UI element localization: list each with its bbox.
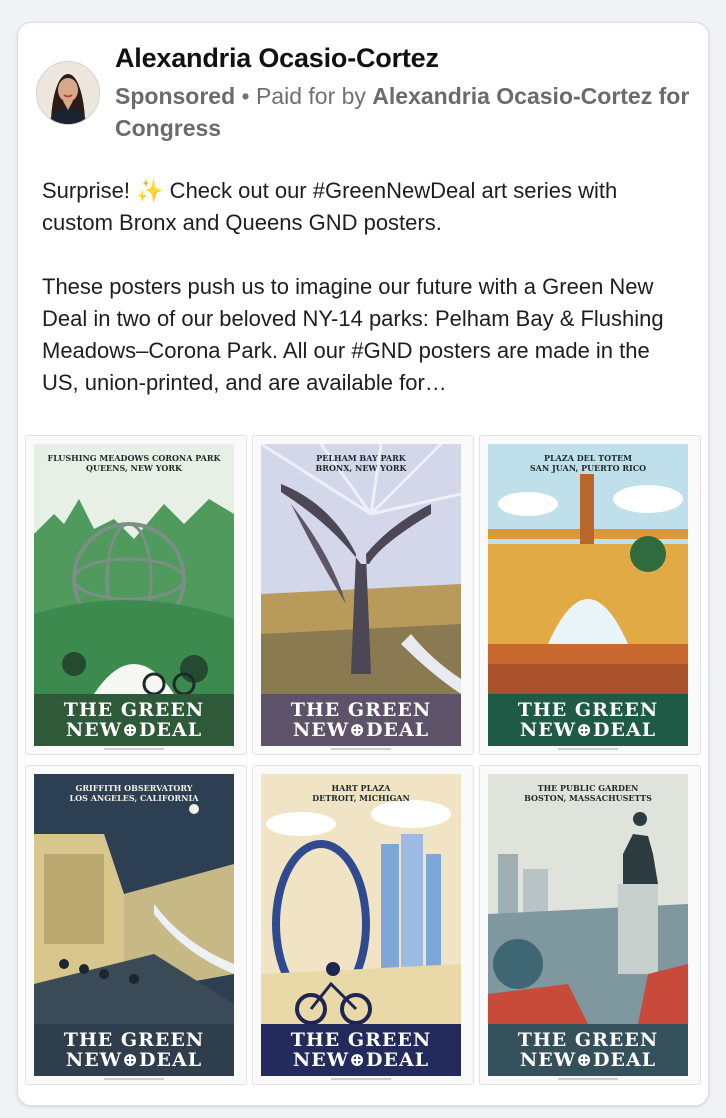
poster-location-2: QUEENS, NEW YORK <box>86 463 182 473</box>
author-name[interactable]: Alexandria Ocasio-Cortez <box>115 43 439 74</box>
sparkles-icon: ✨ <box>136 178 164 203</box>
poster-location-2: SAN JUAN, PUERTO RICO <box>529 463 647 473</box>
poster-title-band: THE GREEN NEW⊕DEAL <box>34 694 234 746</box>
sponsored-label[interactable]: Sponsored <box>115 83 235 109</box>
poster-tile[interactable]: GRIFFITH OBSERVATORY LOS ANGELES, CALIFOR… <box>25 765 247 1085</box>
poster-title-band: THE GREEN NEW⊕DEAL <box>488 694 688 746</box>
ad-post-card: Alexandria Ocasio-Cortez Sponsored • Pai… <box>17 22 709 1106</box>
poster-location-2: LOS ANGELES, CALIFORNIA <box>69 793 199 803</box>
post-paragraph-1-start: Surprise! <box>42 178 137 203</box>
poster-tile[interactable]: HART PLAZA DETROIT, MICHIGAN THE GREEN NE… <box>252 765 474 1085</box>
poster-tile[interactable]: PLAZA DEL TOTEM SAN JUAN, PUERTO RICO THE… <box>479 435 701 755</box>
poster-title-line-1: THE GREEN <box>290 1029 432 1051</box>
poster-title-line-2: NEW⊕DEAL <box>65 719 203 741</box>
poster-title-band: THE GREEN NEW⊕DEAL <box>261 694 461 746</box>
poster-image: PELHAM BAY PARK BRONX, NEW YORK THE GREEN… <box>261 444 461 746</box>
poster-title-line-2: NEW⊕DEAL <box>519 719 657 741</box>
poster-location-2: BOSTON, MASSACHUSETTS <box>524 793 652 803</box>
poster-caption <box>34 748 234 751</box>
poster-image: PLAZA DEL TOTEM SAN JUAN, PUERTO RICO THE… <box>488 444 688 746</box>
poster-title-line-2: NEW⊕DEAL <box>519 1049 657 1071</box>
poster-caption <box>488 748 688 751</box>
post-paragraph-2: These posters push us to imagine our fut… <box>42 274 664 395</box>
poster-title-line-1: THE GREEN <box>63 1029 205 1051</box>
poster-title-line-2: NEW⊕DEAL <box>292 1049 430 1071</box>
poster-tile[interactable]: FLUSHING MEADOWS CORONA PARK QUEENS, NEW … <box>25 435 247 755</box>
poster-location-2: DETROIT, MICHIGAN <box>312 793 410 803</box>
poster-caption <box>261 1078 461 1081</box>
poster-image: FLUSHING MEADOWS CORONA PARK QUEENS, NEW … <box>34 444 234 746</box>
poster-title-band: THE GREEN NEW⊕DEAL <box>488 1024 688 1076</box>
poster-title-line-1: THE GREEN <box>63 699 205 721</box>
poster-location-1: FLUSHING MEADOWS CORONA PARK <box>47 453 221 463</box>
poster-location-2: BRONX, NEW YORK <box>315 463 407 473</box>
poster-image: GRIFFITH OBSERVATORY LOS ANGELES, CALIFOR… <box>34 774 234 1076</box>
poster-title-band: THE GREEN NEW⊕DEAL <box>34 1024 234 1076</box>
post-text: Surprise! ✨ Check out our #GreenNewDeal … <box>42 175 692 399</box>
poster-title-line-1: THE GREEN <box>517 1029 659 1051</box>
poster-image: THE PUBLIC GARDEN BOSTON, MASSACHUSETTS T… <box>488 774 688 1076</box>
poster-tile[interactable]: THE PUBLIC GARDEN BOSTON, MASSACHUSETTS T… <box>479 765 701 1085</box>
poster-image: HART PLAZA DETROIT, MICHIGAN THE GREEN NE… <box>261 774 461 1076</box>
poster-location-1: PELHAM BAY PARK <box>316 453 406 463</box>
poster-caption <box>488 1078 688 1081</box>
author-avatar[interactable] <box>36 61 100 125</box>
poster-title-line-2: NEW⊕DEAL <box>292 719 430 741</box>
poster-location-1: GRIFFITH OBSERVATORY <box>75 783 193 793</box>
poster-tile[interactable]: PELHAM BAY PARK BRONX, NEW YORK THE GREEN… <box>252 435 474 755</box>
poster-location-1: HART PLAZA <box>331 783 391 793</box>
poster-caption <box>261 748 461 751</box>
poster-location-1: PLAZA DEL TOTEM <box>544 453 632 463</box>
avatar-portrait-icon <box>37 62 99 124</box>
poster-location-1: THE PUBLIC GARDEN <box>537 783 639 793</box>
post-paragraph-1: Surprise! ✨ Check out our #GreenNewDeal … <box>42 175 692 239</box>
poster-title-band: THE GREEN NEW⊕DEAL <box>261 1024 461 1076</box>
sponsored-line: Sponsored • Paid for by Alexandria Ocasi… <box>115 80 700 144</box>
paid-for-prefix: • Paid for by <box>235 83 373 109</box>
poster-title-line-1: THE GREEN <box>290 699 432 721</box>
poster-title-line-2: NEW⊕DEAL <box>65 1049 203 1071</box>
poster-caption <box>34 1078 234 1081</box>
poster-title-line-1: THE GREEN <box>517 699 659 721</box>
